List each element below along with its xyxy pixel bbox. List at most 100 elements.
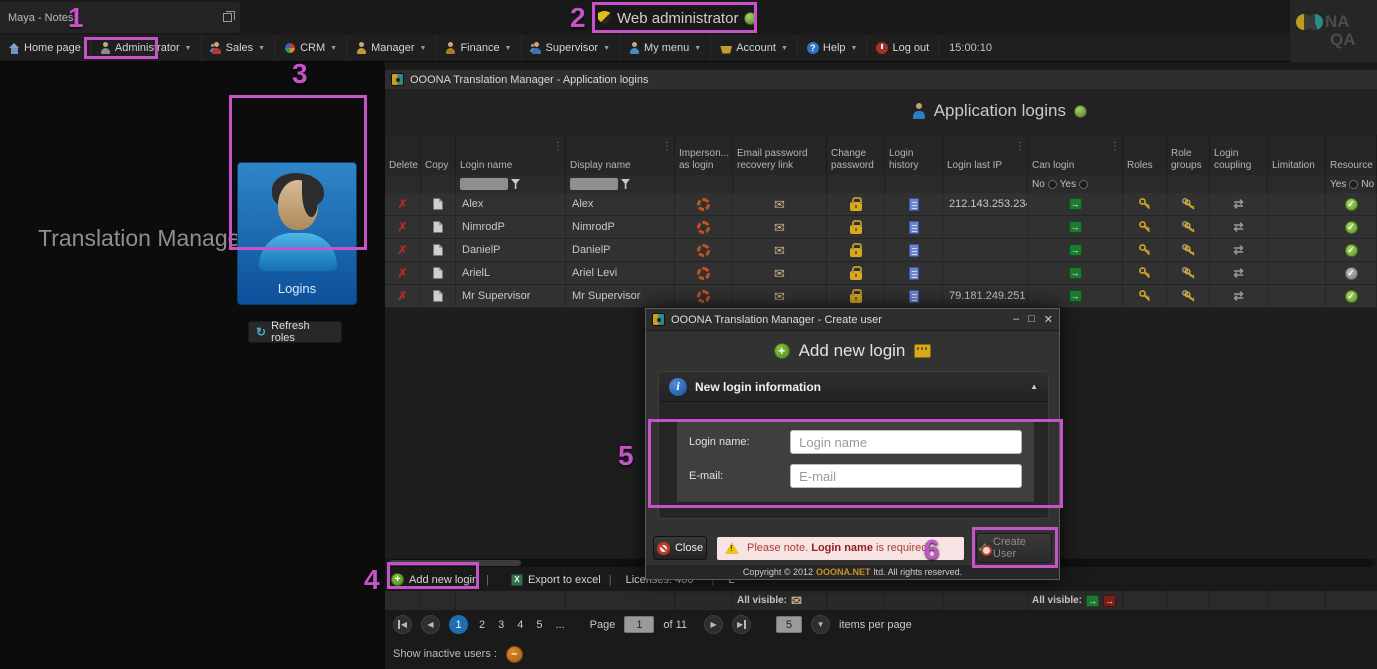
can-login-no-radio[interactable] (1048, 180, 1057, 189)
current-user[interactable]: Web administrator (598, 4, 757, 32)
email-icon[interactable]: ✉ (774, 198, 785, 211)
column-menu-icon[interactable]: ⋮ (553, 141, 563, 153)
menu-administrator[interactable]: Administrator ▼ (91, 35, 202, 61)
page-3-button[interactable]: 3 (496, 619, 506, 631)
resource-check-icon[interactable]: ✓ (1345, 244, 1358, 257)
col-login-coupling[interactable]: Login coupling (1210, 135, 1268, 175)
menu-home-page[interactable]: Home page (0, 35, 91, 61)
role-groups-icon[interactable] (1181, 243, 1196, 257)
copy-icon[interactable] (433, 198, 443, 210)
delete-icon[interactable]: ✗ (397, 289, 407, 303)
copy-icon[interactable] (433, 290, 443, 302)
col-email-recovery[interactable]: Email password recovery link (733, 135, 827, 175)
menu-crm[interactable]: CRM ▼ (275, 35, 347, 61)
email-icon[interactable]: ✉ (774, 267, 785, 280)
impersonate-icon[interactable] (697, 221, 710, 234)
change-password-icon[interactable] (850, 294, 862, 303)
delete-icon[interactable]: ✗ (397, 197, 407, 211)
filter-icon[interactable] (511, 179, 520, 189)
page-number-input[interactable] (624, 616, 654, 633)
login-coupling-icon[interactable]: ⇄ (1233, 289, 1243, 303)
role-groups-icon[interactable] (1181, 220, 1196, 234)
col-can-login[interactable]: Can login⋮ (1028, 135, 1123, 175)
roles-key-icon[interactable] (1138, 243, 1152, 257)
login-coupling-icon[interactable]: ⇄ (1233, 266, 1243, 280)
delete-icon[interactable]: ✗ (397, 243, 407, 257)
email-icon[interactable]: ✉ (774, 244, 785, 257)
page-2-button[interactable]: 2 (477, 619, 487, 631)
group-header[interactable]: i New login information ▲ (659, 372, 1048, 402)
change-password-icon[interactable] (850, 225, 862, 234)
menu-finance[interactable]: Finance ▼ (436, 35, 521, 61)
can-login-yes-radio[interactable] (1079, 180, 1088, 189)
role-groups-icon[interactable] (1181, 266, 1196, 280)
email-input[interactable] (790, 464, 1022, 488)
col-impersonate[interactable]: Imperson... as login (675, 135, 733, 175)
col-change-password[interactable]: Change password (827, 135, 885, 175)
login-history-icon[interactable] (909, 244, 919, 257)
logins-tile[interactable]: Logins (237, 162, 357, 305)
col-copy[interactable]: Copy (421, 135, 456, 175)
change-password-icon[interactable] (850, 271, 862, 280)
col-login-name[interactable]: Login name⋮ (456, 135, 566, 175)
close-button[interactable]: Close (653, 536, 707, 560)
show-inactive-toggle[interactable]: – (506, 646, 523, 663)
col-roles[interactable]: Roles (1123, 135, 1167, 175)
menu-my-menu[interactable]: My menu ▼ (620, 35, 711, 61)
role-groups-icon[interactable] (1181, 197, 1196, 211)
can-login-icon[interactable]: → (1069, 244, 1082, 256)
page-ellipsis[interactable]: ... (554, 619, 567, 631)
page-1-button[interactable]: 1 (449, 615, 468, 634)
menu-supervisor[interactable]: Supervisor ▼ (522, 35, 621, 61)
minimize-icon[interactable]: – (1013, 313, 1019, 326)
col-login-last-ip[interactable]: Login last IP⋮ (943, 135, 1028, 175)
change-password-icon[interactable] (850, 202, 862, 211)
can-login-icon[interactable]: → (1069, 267, 1082, 279)
impersonate-icon[interactable] (697, 267, 710, 280)
column-menu-icon[interactable]: ⋮ (1015, 141, 1025, 153)
delete-icon[interactable]: ✗ (397, 266, 407, 280)
logout-all-icon[interactable]: → (1103, 595, 1116, 607)
login-coupling-icon[interactable]: ⇄ (1233, 220, 1243, 234)
menu-account[interactable]: Account ▼ (711, 35, 798, 61)
restore-window-icon[interactable] (223, 13, 232, 22)
email-icon[interactable]: ✉ (791, 594, 802, 607)
menu-sales[interactable]: Sales ▼ (202, 35, 275, 61)
email-icon[interactable]: ✉ (774, 290, 785, 303)
resource-check-icon[interactable]: ✓ (1345, 290, 1358, 303)
login-coupling-icon[interactable]: ⇄ (1233, 243, 1243, 257)
resource-check-icon[interactable]: ✓ (1345, 221, 1358, 234)
resource-check-icon[interactable]: ✓ (1345, 267, 1358, 280)
filter-icon[interactable] (621, 179, 630, 189)
refresh-roles-button[interactable]: ↻ Refresh roles (248, 321, 342, 343)
login-history-icon[interactable] (909, 267, 919, 280)
copy-icon[interactable] (433, 244, 443, 256)
page-5-button[interactable]: 5 (534, 619, 544, 631)
email-icon[interactable]: ✉ (774, 221, 785, 234)
dialog-title-bar[interactable]: OOONA Translation Manager - Create user … (646, 309, 1059, 331)
col-display-name[interactable]: Display name⋮ (566, 135, 675, 175)
impersonate-icon[interactable] (697, 198, 710, 211)
col-resource[interactable]: Resource (1326, 135, 1377, 175)
delete-icon[interactable]: ✗ (397, 220, 407, 234)
login-history-icon[interactable] (909, 290, 919, 303)
can-login-icon[interactable]: → (1069, 198, 1082, 210)
resource-yes-radio[interactable] (1349, 180, 1358, 189)
impersonate-icon[interactable] (697, 290, 710, 303)
copy-icon[interactable] (433, 267, 443, 279)
display-name-filter-input[interactable] (570, 178, 618, 190)
login-all-icon[interactable]: → (1086, 595, 1099, 607)
login-coupling-icon[interactable]: ⇄ (1233, 197, 1243, 211)
roles-key-icon[interactable] (1138, 197, 1152, 211)
roles-key-icon[interactable] (1138, 220, 1152, 234)
close-window-icon[interactable]: ✕ (1044, 313, 1053, 326)
col-login-history[interactable]: Login history (885, 135, 943, 175)
copy-icon[interactable] (433, 221, 443, 233)
change-password-icon[interactable] (850, 248, 862, 257)
last-page-button[interactable]: ▶ (732, 615, 751, 634)
collapse-icon[interactable]: ▲ (1030, 382, 1038, 391)
maximize-icon[interactable]: □ (1028, 313, 1035, 326)
login-name-input[interactable] (790, 430, 1022, 454)
items-per-page-dropdown[interactable]: ▼ (811, 615, 830, 634)
page-4-button[interactable]: 4 (515, 619, 525, 631)
